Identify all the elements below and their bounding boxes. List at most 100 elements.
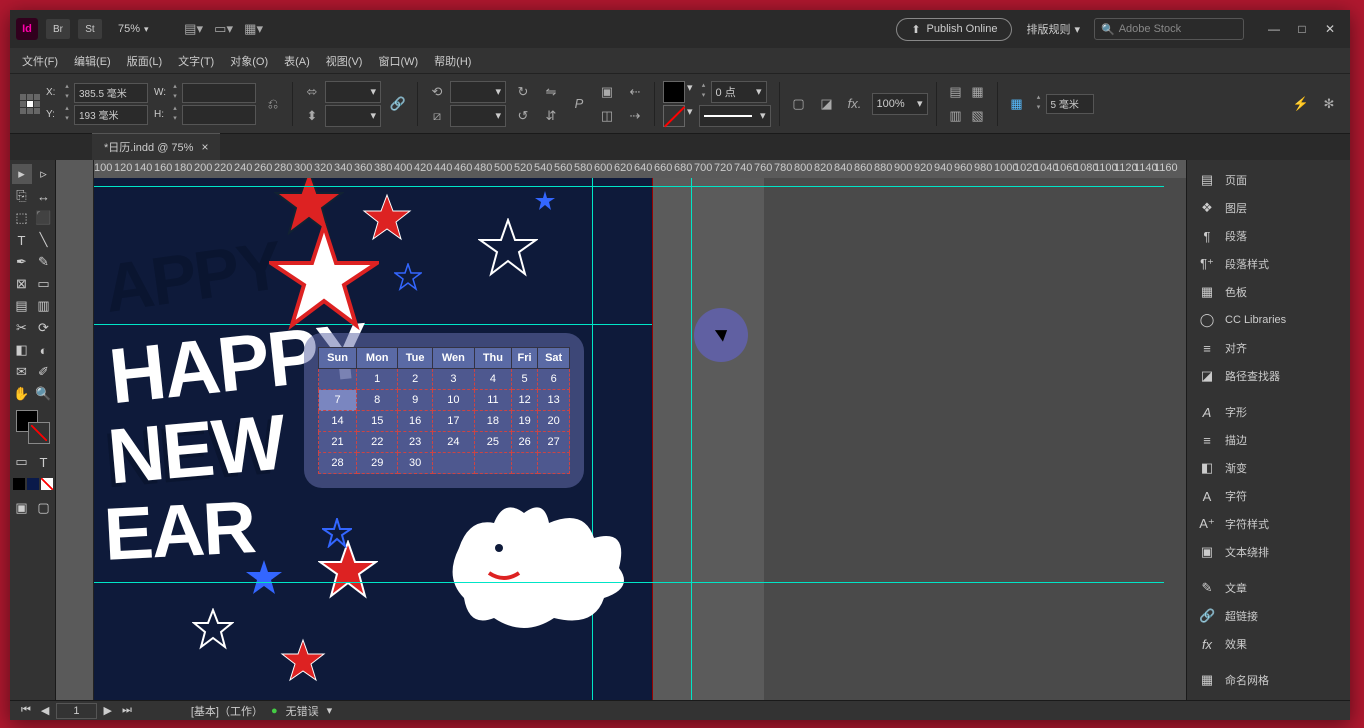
text-wrap-bound-icon[interactable]: ▦ [967,81,989,103]
shear-dd[interactable]: ▾ [450,105,506,127]
workspace-switcher[interactable]: 排版规则 ▾ [1020,19,1086,39]
stock-button[interactable]: St [78,19,102,39]
panel-stroke[interactable]: ≡描边 [1187,426,1350,454]
opacity-dd[interactable]: 100%▾ [872,93,928,115]
apply-none-icon[interactable] [41,478,53,490]
panel-story[interactable]: ✎文章 [1187,574,1350,602]
panel-glyphs[interactable]: A字形 [1187,398,1350,426]
content-collector-tool[interactable]: ⬚ [12,208,32,228]
text-wrap-none-icon[interactable]: ▤ [945,81,967,103]
panel-menu-icon[interactable]: ✻ [1318,93,1340,115]
v-grid-tool[interactable]: ▥ [34,296,54,316]
x-input[interactable]: 385.5 毫米 [74,83,148,103]
page-navigator[interactable]: ⏮ ◀ 1 ▶ ⏭ [18,703,135,719]
stroke-swatch[interactable] [663,105,685,127]
page-number[interactable]: 1 [56,703,96,719]
adobe-stock-search[interactable]: 🔍 Adobe Stock [1094,18,1244,40]
menu-window[interactable]: 窗口(W) [370,49,426,73]
last-page-icon[interactable]: ⏭ [119,704,135,717]
apply-navy-icon[interactable] [27,478,39,490]
fx-icon[interactable]: fx. [844,93,866,115]
type-tool[interactable]: T [12,230,32,250]
constrain-icon[interactable]: ⎌ [262,93,284,115]
view-options-icon[interactable]: ▤▾ [183,18,205,40]
quick-apply-icon[interactable]: ⚡ [1290,93,1312,115]
h-grid-tool[interactable]: ▤ [12,296,32,316]
free-transform-tool[interactable]: ⟳ [34,318,54,338]
screen-mode-icon[interactable]: ▭▾ [213,18,235,40]
flip-v-icon[interactable]: ⇵ [540,105,562,127]
page-tool[interactable]: ⎘ [12,186,32,206]
rotate-dd[interactable]: ▾ [450,81,506,103]
hand-tool[interactable]: ✋ [12,384,32,404]
select-content-icon[interactable]: ◫ [596,105,618,127]
rect-frame-tool[interactable]: ⊠ [12,274,32,294]
chevron-down-icon[interactable]: ▾ [687,81,693,103]
y-input[interactable]: 193 毫米 [74,105,148,125]
bridge-button[interactable]: Br [46,19,70,39]
menu-help[interactable]: 帮助(H) [426,49,479,73]
select-container-icon[interactable]: ▣ [596,81,618,103]
document-canvas[interactable]: APPY HAPPY NEW NEW EAR [94,178,1186,700]
corner-shape-icon[interactable]: ▢ [788,93,810,115]
drop-shadow-icon[interactable]: ◪ [816,93,838,115]
preflight-profile[interactable]: [基本]（工作） [191,703,263,719]
panel-text-wrap[interactable]: ▣文本绕排 [1187,538,1350,566]
panel-pathfinder[interactable]: ◪路径查找器 [1187,362,1350,390]
rotate-ccw-icon[interactable]: ↺ [512,105,534,127]
menu-edit[interactable]: 编辑(E) [66,49,119,73]
maximize-button[interactable]: □ [1288,19,1316,39]
scale-x-dd[interactable]: ▾ [325,81,381,103]
content-placer-tool[interactable]: ⬛ [34,208,54,228]
minimize-button[interactable]: — [1260,19,1288,39]
gap-input[interactable]: 5 毫米 [1046,94,1094,114]
rotate-cw-icon[interactable]: ↻ [512,81,534,103]
panel-pages[interactable]: ▤页面 [1187,166,1350,194]
flip-h-icon[interactable]: ⇋ [540,81,562,103]
formatting-container-icon[interactable]: ▭ [12,452,32,472]
preflight-status[interactable]: 无错误 [286,703,319,719]
panel-char-styles[interactable]: A⁺字符样式 [1187,510,1350,538]
h-input[interactable] [182,105,256,125]
stroke-weight-dd[interactable]: 0 点▾ [711,81,767,103]
pen-tool[interactable]: ✒ [12,252,32,272]
note-tool[interactable]: ✉ [12,362,32,382]
chevron-down-icon[interactable]: ▾ [327,704,333,717]
menu-table[interactable]: 表(A) [276,49,318,73]
prev-page-icon[interactable]: ◀ [38,704,52,717]
panel-named-grids[interactable]: ▦命名网格 [1187,666,1350,694]
panel-effects[interactable]: fx效果 [1187,630,1350,658]
scale-y-dd[interactable]: ▾ [325,105,381,127]
zoom-tool[interactable]: 🔍 [34,384,54,404]
zoom-level-dropdown[interactable]: 75% ▾ [110,21,157,37]
link-scale-icon[interactable]: 🔗 [387,93,409,115]
pencil-tool[interactable]: ✎ [34,252,54,272]
first-page-icon[interactable]: ⏮ [18,704,34,717]
menu-object[interactable]: 对象(O) [222,49,276,73]
normal-view-icon[interactable]: ▣ [12,498,32,518]
close-tab-icon[interactable]: × [201,140,208,154]
w-input[interactable] [182,83,256,103]
gradient-feather-tool[interactable]: ◐ [34,340,54,360]
text-wrap-shape-icon[interactable]: ▥ [945,105,967,127]
line-tool[interactable]: ╲ [34,230,54,250]
gap-tool[interactable]: ↔ [34,186,54,206]
next-obj-icon[interactable]: ⇢ [624,105,646,127]
arrange-docs-icon[interactable]: ▦▾ [243,18,265,40]
selection-tool[interactable]: ▸ [12,164,32,184]
panel-align[interactable]: ≡对齐 [1187,334,1350,362]
prev-obj-icon[interactable]: ⇠ [624,81,646,103]
fill-swatch[interactable] [663,81,685,103]
panel-layers[interactable]: ❖图层 [1187,194,1350,222]
close-button[interactable]: ✕ [1316,19,1344,39]
horizontal-ruler[interactable]: 1001201401601802002202402602803003203403… [94,160,1186,178]
scissors-tool[interactable]: ✂ [12,318,32,338]
eyedropper-tool[interactable]: ✐ [34,362,54,382]
fill-stroke-wells[interactable] [16,410,50,444]
menu-layout[interactable]: 版面(L) [119,49,170,73]
direct-selection-tool[interactable]: ▹ [34,164,54,184]
gradient-swatch-tool[interactable]: ◧ [12,340,32,360]
panel-cc-libraries[interactable]: ◯CC Libraries [1187,306,1350,334]
panel-para-styles[interactable]: ¶⁺段落样式 [1187,250,1350,278]
menu-file[interactable]: 文件(F) [14,49,66,73]
